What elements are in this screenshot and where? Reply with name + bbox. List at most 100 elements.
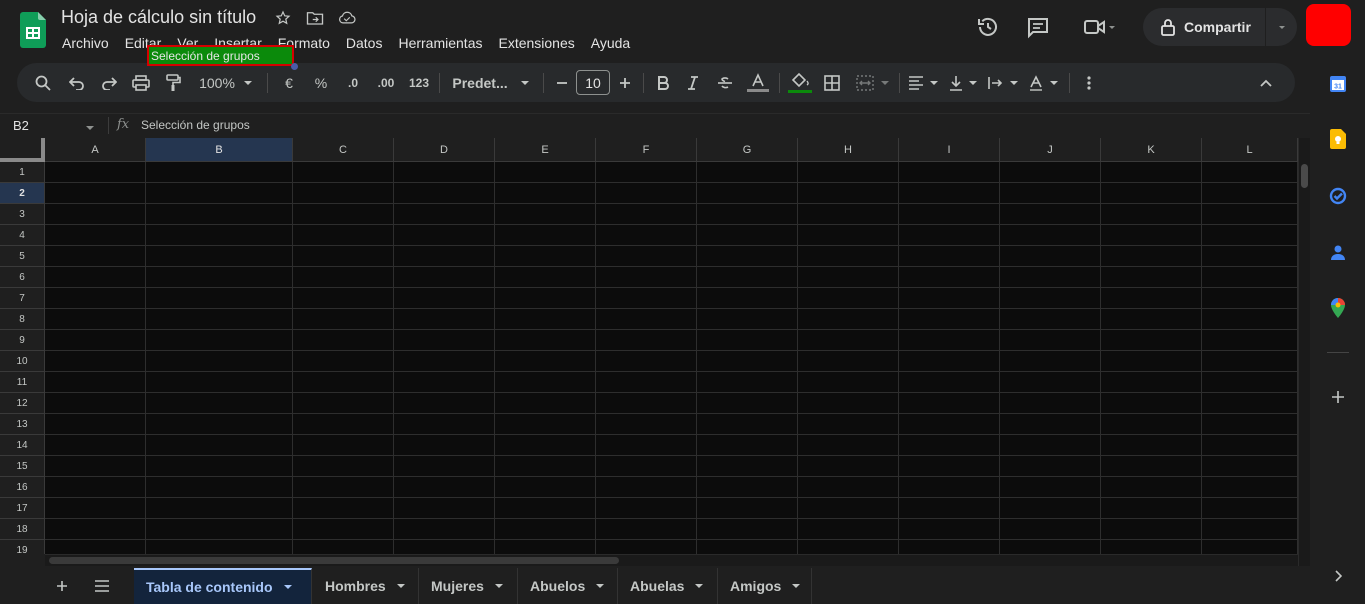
menu-herramientas[interactable]: Herramientas xyxy=(390,33,490,53)
row-header-1[interactable]: 1 xyxy=(0,162,45,183)
italic-icon[interactable] xyxy=(681,63,705,102)
text-color-icon[interactable] xyxy=(745,63,771,102)
tasks-icon[interactable] xyxy=(1328,186,1348,206)
add-addon-icon[interactable] xyxy=(1328,387,1348,407)
row-header-5[interactable]: 5 xyxy=(0,246,45,267)
column-header-c[interactable]: C xyxy=(293,138,394,162)
add-sheet-icon[interactable] xyxy=(45,567,79,604)
font-family-select[interactable]: Predet... xyxy=(449,63,533,102)
calendar-icon[interactable]: 31 xyxy=(1328,74,1348,94)
collapse-toolbar-icon[interactable] xyxy=(1254,63,1278,102)
chevron-down-icon[interactable] xyxy=(494,578,504,594)
text-wrap-icon[interactable] xyxy=(985,63,1021,102)
column-header-g[interactable]: G xyxy=(697,138,798,162)
bold-icon[interactable] xyxy=(651,63,675,102)
share-button[interactable]: Compartir xyxy=(1143,8,1297,46)
decrease-decimal-button[interactable]: .0 xyxy=(341,63,365,102)
column-header-e[interactable]: E xyxy=(495,138,596,162)
chevron-down-icon[interactable] xyxy=(283,579,293,595)
strikethrough-icon[interactable] xyxy=(713,63,737,102)
chevron-down-icon[interactable] xyxy=(595,578,605,594)
row-header-3[interactable]: 3 xyxy=(0,204,45,225)
column-header-b[interactable]: B xyxy=(146,138,293,162)
vertical-align-icon[interactable] xyxy=(945,63,981,102)
share-options-button[interactable] xyxy=(1266,8,1297,46)
row-header-18[interactable]: 18 xyxy=(0,519,45,540)
row-header-13[interactable]: 13 xyxy=(0,414,45,435)
paint-format-icon[interactable] xyxy=(161,63,185,102)
formula-input[interactable]: Selección de grupos xyxy=(141,118,250,132)
column-header-a[interactable]: A xyxy=(45,138,146,162)
sheet-tab-hombres[interactable]: Hombres xyxy=(313,568,419,604)
font-size-input[interactable]: 10 xyxy=(576,70,610,95)
maps-icon[interactable] xyxy=(1328,298,1348,318)
decrease-font-size-icon[interactable] xyxy=(552,63,572,102)
document-title[interactable]: Hoja de cálculo sin título xyxy=(61,7,256,28)
redo-icon[interactable] xyxy=(97,63,121,102)
cloud-status-icon[interactable] xyxy=(338,9,356,27)
row-header-9[interactable]: 9 xyxy=(0,330,45,351)
row-header-8[interactable]: 8 xyxy=(0,309,45,330)
format-currency-button[interactable]: € xyxy=(277,63,301,102)
name-box[interactable]: B2 xyxy=(6,115,102,135)
row-header-15[interactable]: 15 xyxy=(0,456,45,477)
menu-archivo[interactable]: Archivo xyxy=(54,33,117,53)
sheet-tab-amigos[interactable]: Amigos xyxy=(718,568,812,604)
row-header-10[interactable]: 10 xyxy=(0,351,45,372)
row-header-17[interactable]: 17 xyxy=(0,498,45,519)
contacts-icon[interactable] xyxy=(1328,242,1348,262)
spreadsheet-grid[interactable]: A B C D E F G H I J K L 1 2 3 4 5 6 7 8 9 10 11 12 13 14 15 16 17 18 1… xyxy=(0,138,1298,554)
show-side-panel-icon[interactable] xyxy=(1328,566,1348,586)
move-folder-icon[interactable] xyxy=(306,9,324,27)
sheets-logo-icon[interactable] xyxy=(20,12,46,48)
column-header-h[interactable]: H xyxy=(798,138,899,162)
more-options-icon[interactable] xyxy=(1077,63,1101,102)
row-header-12[interactable]: 12 xyxy=(0,393,45,414)
sheet-tab-mujeres[interactable]: Mujeres xyxy=(419,568,518,604)
chevron-down-icon[interactable] xyxy=(791,578,801,594)
fill-color-icon[interactable] xyxy=(787,63,813,102)
row-header-14[interactable]: 14 xyxy=(0,435,45,456)
column-header-j[interactable]: J xyxy=(1000,138,1101,162)
row-header-16[interactable]: 16 xyxy=(0,477,45,498)
row-header-11[interactable]: 11 xyxy=(0,372,45,393)
zoom-select[interactable]: 100% xyxy=(193,63,259,102)
column-header-l[interactable]: L xyxy=(1202,138,1298,162)
fill-handle[interactable] xyxy=(291,63,298,70)
column-header-i[interactable]: I xyxy=(899,138,1000,162)
column-header-d[interactable]: D xyxy=(394,138,495,162)
text-rotation-icon[interactable] xyxy=(1025,63,1061,102)
menu-extensiones[interactable]: Extensiones xyxy=(490,33,582,53)
row-header-6[interactable]: 6 xyxy=(0,267,45,288)
menu-ayuda[interactable]: Ayuda xyxy=(583,33,638,53)
version-history-icon[interactable] xyxy=(975,14,1001,40)
account-avatar[interactable] xyxy=(1306,4,1351,46)
horizontal-scrollbar[interactable] xyxy=(45,554,1298,566)
vertical-scrollbar[interactable] xyxy=(1298,138,1310,566)
borders-icon[interactable] xyxy=(820,63,844,102)
menu-datos[interactable]: Datos xyxy=(338,33,391,53)
vertical-scroll-thumb[interactable] xyxy=(1301,164,1308,188)
sheet-tab-tabla-de-contenido[interactable]: Tabla de contenido xyxy=(134,568,312,604)
comments-icon[interactable] xyxy=(1025,14,1051,40)
row-header-4[interactable]: 4 xyxy=(0,225,45,246)
chevron-down-icon[interactable] xyxy=(694,578,704,594)
keep-icon[interactable] xyxy=(1328,129,1348,149)
all-sheets-icon[interactable] xyxy=(85,567,119,604)
star-icon[interactable] xyxy=(274,9,292,27)
merge-cells-icon[interactable] xyxy=(851,63,895,102)
chevron-down-icon[interactable] xyxy=(396,578,406,594)
cell-b2[interactable]: Selección de grupos xyxy=(147,45,294,66)
column-header-f[interactable]: F xyxy=(596,138,697,162)
horizontal-align-icon[interactable] xyxy=(905,63,941,102)
undo-icon[interactable] xyxy=(65,63,89,102)
print-icon[interactable] xyxy=(129,63,153,102)
row-header-19[interactable]: 19 xyxy=(0,540,45,554)
meet-video-icon[interactable] xyxy=(1078,14,1122,40)
select-all-corner[interactable] xyxy=(0,138,45,162)
search-menus-icon[interactable] xyxy=(31,63,55,102)
horizontal-scroll-thumb[interactable] xyxy=(49,557,619,564)
row-header-2[interactable]: 2 xyxy=(0,183,45,204)
more-formats-button[interactable]: 123 xyxy=(406,63,432,102)
sheet-tab-abuelos[interactable]: Abuelos xyxy=(518,568,618,604)
